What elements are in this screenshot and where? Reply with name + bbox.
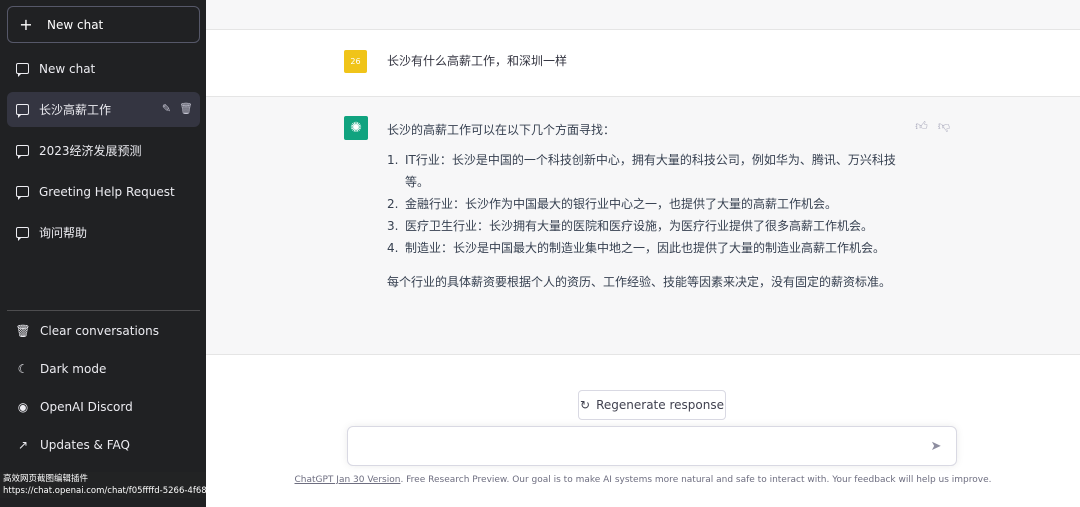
user-avatar: 26 (344, 50, 367, 73)
discord-icon: ◉ (17, 400, 29, 414)
thumbs-up-icon[interactable]: 👍︎ (915, 119, 928, 134)
feedback-controls: 👍︎ 👎︎ (915, 119, 950, 134)
trash-icon[interactable]: 🗑 (179, 102, 193, 115)
list-number: 4. (387, 241, 399, 255)
assistant-intro-text: 长沙的高薪工作可以在以下几个方面寻找： (387, 123, 616, 137)
chat-item-actions: ✎ 🗑 (160, 102, 193, 115)
regenerate-response-button[interactable]: ↻ Regenerate response (578, 390, 726, 420)
new-chat-label: New chat (47, 17, 104, 32)
sidebar: + New chat New chat 长沙高薪工作 ✎ 🗑 2023经济发展预… (0, 0, 296, 507)
previous-message-strip (206, 0, 1080, 30)
assistant-message-content: 长沙的高薪工作可以在以下几个方面寻找： 1. IT行业：长沙是中国的一个科技创新中… (387, 119, 917, 293)
refresh-icon: ↻ (580, 398, 591, 412)
message-icon (16, 186, 29, 200)
send-icon[interactable]: ➤ (928, 439, 944, 455)
message-icon (16, 104, 29, 118)
message-icon (16, 145, 29, 159)
assistant-outro-text: 每个行业的具体薪资要根据个人的资历、工作经验、技能等因素来决定，没有固定的薪资标… (387, 275, 892, 289)
list-item-text: 医疗卫生行业：长沙拥有大量的医院和医疗设施，为医疗行业提供了很多高薪工作机会。 (405, 219, 874, 233)
assistant-list: 1. IT行业：长沙是中国的一个科技创新中心，拥有大量的科技公司，例如华为、腾讯、… (387, 149, 917, 259)
list-item: 4. 制造业：长沙是中国最大的制造业集中地之一，因此也提供了大量的制造业高薪工作机… (387, 237, 917, 259)
regenerate-label: Regenerate response (596, 398, 724, 412)
version-link[interactable]: ChatGPT Jan 30 Version (295, 475, 401, 485)
menu-item-label: Dark mode (40, 362, 107, 376)
chat-item-changsha-jobs[interactable]: 长沙高薪工作 ✎ 🗑 (7, 92, 200, 127)
chat-item-label: 长沙高薪工作 (39, 103, 112, 117)
list-number: 1. (387, 153, 399, 167)
list-number: 3. (387, 219, 399, 233)
dark-mode-button[interactable]: ☾ Dark mode (7, 350, 200, 388)
chat-item-label: New chat (39, 61, 96, 76)
openai-logo-icon: ✺ (344, 116, 368, 140)
sidebar-menu: 🗑 Clear conversations ☾ Dark mode ◉ Open… (7, 312, 200, 464)
chat-item-ask-help[interactable]: 询问帮助 (7, 215, 200, 250)
conversation-main: 26 长沙有什么高薪工作，和深圳一样 ✺ 长沙的高薪工作可以在以下几个方面寻找：… (206, 0, 1080, 507)
chat-item-label: Greeting Help Request (39, 184, 175, 199)
message-icon (16, 63, 29, 77)
chat-item-label: 询问帮助 (39, 226, 88, 240)
list-item-text: IT行业：长沙是中国的一个科技创新中心，拥有大量的科技公司，例如华为、腾讯、万兴… (405, 153, 896, 189)
chat-item-label: 2023经济发展预测 (39, 144, 142, 158)
chat-item-economy-forecast[interactable]: 2023经济发展预测 (7, 133, 200, 168)
message-icon (16, 227, 29, 241)
list-item: 3. 医疗卫生行业：长沙拥有大量的医院和医疗设施，为医疗行业提供了很多高薪工作机会… (387, 215, 917, 237)
user-message-row: 26 长沙有什么高薪工作，和深圳一样 (206, 30, 1080, 97)
footer-text: . Free Research Preview. Our goal is to … (400, 475, 992, 485)
list-item: 1. IT行业：长沙是中国的一个科技创新中心，拥有大量的科技公司，例如华为、腾讯、… (387, 149, 917, 193)
openai-discord-link[interactable]: ◉ OpenAI Discord (7, 388, 200, 426)
trash-icon: 🗑 (15, 324, 31, 338)
chat-history-list: New chat 长沙高薪工作 ✎ 🗑 2023经济发展预测 Greeting … (7, 51, 200, 256)
assistant-message-row: ✺ 长沙的高薪工作可以在以下几个方面寻找： 1. IT行业：长沙是中国的一个科技创… (206, 97, 1080, 355)
footer-disclaimer: ChatGPT Jan 30 Version. Free Research Pr… (206, 475, 1080, 485)
moon-icon: ☾ (17, 362, 29, 376)
external-link-icon: ↗ (17, 438, 29, 452)
menu-item-label: Updates & FAQ (40, 438, 130, 452)
menu-item-label: OpenAI Discord (40, 400, 133, 414)
plus-icon: + (19, 14, 33, 34)
list-item: 2. 金融行业：长沙作为中国最大的银行业中心之一，也提供了大量的高薪工作机会。 (387, 193, 917, 215)
sidebar-divider (7, 310, 200, 311)
user-message-text: 长沙有什么高薪工作，和深圳一样 (387, 54, 568, 68)
updates-faq-link[interactable]: ↗ Updates & FAQ (7, 426, 200, 464)
message-input[interactable]: ➤ (347, 426, 957, 466)
list-item-text: 制造业：长沙是中国最大的制造业集中地之一，因此也提供了大量的制造业高薪工作机会。 (405, 241, 886, 255)
list-number: 2. (387, 197, 399, 211)
chat-item-greeting-help[interactable]: Greeting Help Request (7, 174, 200, 209)
chat-item-new-chat[interactable]: New chat (7, 51, 200, 86)
thumbs-down-icon[interactable]: 👎︎ (938, 119, 950, 134)
menu-item-label: Clear conversations (40, 324, 160, 338)
clear-conversations-button[interactable]: 🗑 Clear conversations (7, 312, 200, 350)
new-chat-button[interactable]: + New chat (7, 6, 200, 43)
edit-icon[interactable]: ✎ (160, 102, 173, 115)
list-item-text: 金融行业：长沙作为中国最大的银行业中心之一，也提供了大量的高薪工作机会。 (405, 197, 838, 211)
